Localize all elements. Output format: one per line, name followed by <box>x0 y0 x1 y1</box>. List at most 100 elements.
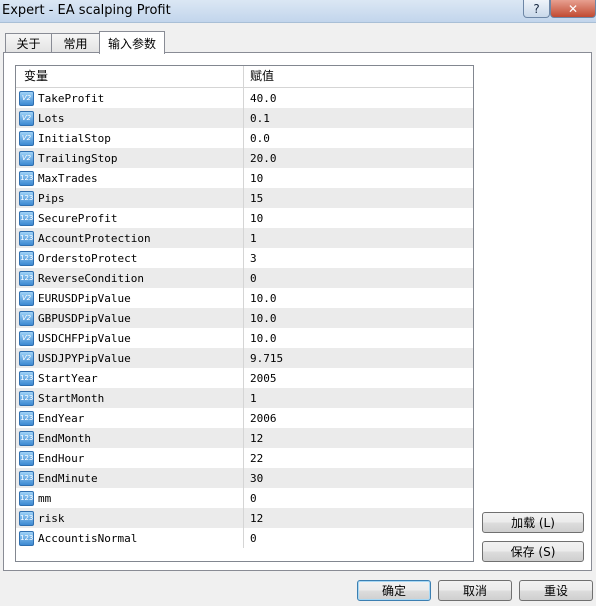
tab-about[interactable]: 关于 <box>5 33 52 53</box>
parameter-value-cell[interactable]: 0 <box>244 532 473 545</box>
column-header-variable[interactable]: 变量 <box>16 66 244 87</box>
title-bar[interactable]: Expert - EA scalping Profit ? ✕ <box>0 0 596 23</box>
parameter-value-cell[interactable]: 12 <box>244 512 473 525</box>
parameter-value-cell[interactable]: 10 <box>244 212 473 225</box>
parameter-name-cell[interactable]: 123 AccountisNormal <box>16 528 244 548</box>
table-row[interactable]: 123 SecureProfit 10 <box>16 208 473 228</box>
table-row[interactable]: 123 EndMinute 30 <box>16 468 473 488</box>
table-row[interactable]: V2 TrailingStop 20.0 <box>16 148 473 168</box>
column-header-value[interactable]: 赋值 <box>244 66 473 87</box>
parameter-value-cell[interactable]: 2006 <box>244 412 473 425</box>
help-button[interactable]: ? <box>523 0 550 18</box>
table-row[interactable]: V2 USDJPYPipValue 9.715 <box>16 348 473 368</box>
table-row[interactable]: V2 EURUSDPipValue 10.0 <box>16 288 473 308</box>
table-row[interactable]: 123 AccountProtection 1 <box>16 228 473 248</box>
table-row[interactable]: V2 Lots 0.1 <box>16 108 473 128</box>
ok-button[interactable]: 确定 <box>357 580 431 601</box>
table-row[interactable]: 123 AccountisNormal 0 <box>16 528 473 548</box>
parameter-name-cell[interactable]: 123 EndYear <box>16 408 244 428</box>
cancel-button-label: 取消 <box>462 584 487 598</box>
table-row[interactable]: V2 TakeProfit 40.0 <box>16 88 473 108</box>
parameter-value-cell[interactable]: 10.0 <box>244 312 473 325</box>
parameter-value-cell[interactable]: 0 <box>244 272 473 285</box>
parameter-name-cell[interactable]: 123 mm <box>16 488 244 508</box>
cancel-button[interactable]: 取消 <box>438 580 512 601</box>
parameter-name: GBPUSDPipValue <box>38 311 131 325</box>
parameter-name-cell[interactable]: V2 USDCHFPipValue <box>16 328 244 348</box>
parameter-name-cell[interactable]: V2 GBPUSDPipValue <box>16 308 244 328</box>
table-row[interactable]: 123 EndHour 22 <box>16 448 473 468</box>
reset-button-label: 重设 <box>543 584 568 598</box>
parameter-value-cell[interactable]: 12 <box>244 432 473 445</box>
table-row[interactable]: 123 StartMonth 1 <box>16 388 473 408</box>
parameter-name: StartYear <box>38 371 98 385</box>
load-button[interactable]: 加载 (L) <box>482 512 584 533</box>
parameter-value-cell[interactable]: 10.0 <box>244 292 473 305</box>
parameter-name-cell[interactable]: 123 EndHour <box>16 448 244 468</box>
parameter-name: OrderstoProtect <box>38 251 138 265</box>
parameter-value-cell[interactable]: 0 <box>244 492 473 505</box>
parameter-name-cell[interactable]: 123 EndMonth <box>16 428 244 448</box>
table-row[interactable]: 123 risk 12 <box>16 508 473 528</box>
parameter-value-cell[interactable]: 10 <box>244 172 473 185</box>
parameter-name: AccountProtection <box>38 231 151 245</box>
parameter-value-cell[interactable]: 2005 <box>244 372 473 385</box>
parameter-value-cell[interactable]: 30 <box>244 472 473 485</box>
parameter-name-cell[interactable]: 123 StartMonth <box>16 388 244 408</box>
integer-type-icon: 123 <box>19 470 34 486</box>
parameter-name-cell[interactable]: 123 AccountProtection <box>16 228 244 248</box>
table-row[interactable]: 123 MaxTrades 10 <box>16 168 473 188</box>
parameter-value-cell[interactable]: 1 <box>244 392 473 405</box>
table-row[interactable]: 123 OrderstoProtect 3 <box>16 248 473 268</box>
parameter-name-cell[interactable]: 123 risk <box>16 508 244 528</box>
parameter-value-cell[interactable]: 40.0 <box>244 92 473 105</box>
parameter-value-cell[interactable]: 1 <box>244 232 473 245</box>
parameter-name: ReverseCondition <box>38 271 144 285</box>
reset-button[interactable]: 重设 <box>519 580 593 601</box>
parameter-name-cell[interactable]: 123 ReverseCondition <box>16 268 244 288</box>
parameter-name-cell[interactable]: V2 USDJPYPipValue <box>16 348 244 368</box>
table-row[interactable]: V2 InitialStop 0.0 <box>16 128 473 148</box>
parameter-value-cell[interactable]: 0.1 <box>244 112 473 125</box>
parameter-name-cell[interactable]: 123 MaxTrades <box>16 168 244 188</box>
parameter-name-cell[interactable]: 123 StartYear <box>16 368 244 388</box>
parameter-value-cell[interactable]: 15 <box>244 192 473 205</box>
load-button-label: 加载 (L) <box>511 516 555 530</box>
parameter-value-cell[interactable]: 10.0 <box>244 332 473 345</box>
parameter-value-cell[interactable]: 9.715 <box>244 352 473 365</box>
save-button[interactable]: 保存 (S) <box>482 541 584 562</box>
tab-common-label: 常用 <box>63 37 88 51</box>
table-row[interactable]: 123 Pips 15 <box>16 188 473 208</box>
table-row[interactable]: 123 StartYear 2005 <box>16 368 473 388</box>
table-row[interactable]: V2 USDCHFPipValue 10.0 <box>16 328 473 348</box>
close-button[interactable]: ✕ <box>550 0 596 18</box>
integer-type-icon: 123 <box>19 510 34 526</box>
table-row[interactable]: 123 mm 0 <box>16 488 473 508</box>
parameter-name: Lots <box>38 111 65 125</box>
parameters-grid[interactable]: 变量 赋值 V2 TakeProfit 40.0 V2 Lots 0.1 V2 Initial… <box>15 65 474 562</box>
parameter-name-cell[interactable]: V2 TakeProfit <box>16 88 244 108</box>
parameter-name-cell[interactable]: V2 InitialStop <box>16 128 244 148</box>
parameter-value-cell[interactable]: 3 <box>244 252 473 265</box>
parameter-value-cell[interactable]: 0.0 <box>244 132 473 145</box>
table-row[interactable]: 123 EndYear 2006 <box>16 408 473 428</box>
parameter-value-cell[interactable]: 22 <box>244 452 473 465</box>
parameter-name: MaxTrades <box>38 171 98 185</box>
parameter-name: InitialStop <box>38 131 111 145</box>
grid-header: 变量 赋值 <box>16 66 473 88</box>
parameter-name-cell[interactable]: V2 EURUSDPipValue <box>16 288 244 308</box>
parameter-name-cell[interactable]: 123 EndMinute <box>16 468 244 488</box>
parameter-name: USDCHFPipValue <box>38 331 131 345</box>
parameter-name-cell[interactable]: 123 Pips <box>16 188 244 208</box>
table-row[interactable]: 123 EndMonth 12 <box>16 428 473 448</box>
table-row[interactable]: V2 GBPUSDPipValue 10.0 <box>16 308 473 328</box>
tab-inputs[interactable]: 输入参数 <box>99 31 165 54</box>
parameter-value-cell[interactable]: 20.0 <box>244 152 473 165</box>
integer-type-icon: 123 <box>19 190 34 206</box>
parameter-name-cell[interactable]: V2 TrailingStop <box>16 148 244 168</box>
tab-common[interactable]: 常用 <box>51 33 100 53</box>
table-row[interactable]: 123 ReverseCondition 0 <box>16 268 473 288</box>
parameter-name-cell[interactable]: 123 SecureProfit <box>16 208 244 228</box>
parameter-name-cell[interactable]: V2 Lots <box>16 108 244 128</box>
parameter-name-cell[interactable]: 123 OrderstoProtect <box>16 248 244 268</box>
